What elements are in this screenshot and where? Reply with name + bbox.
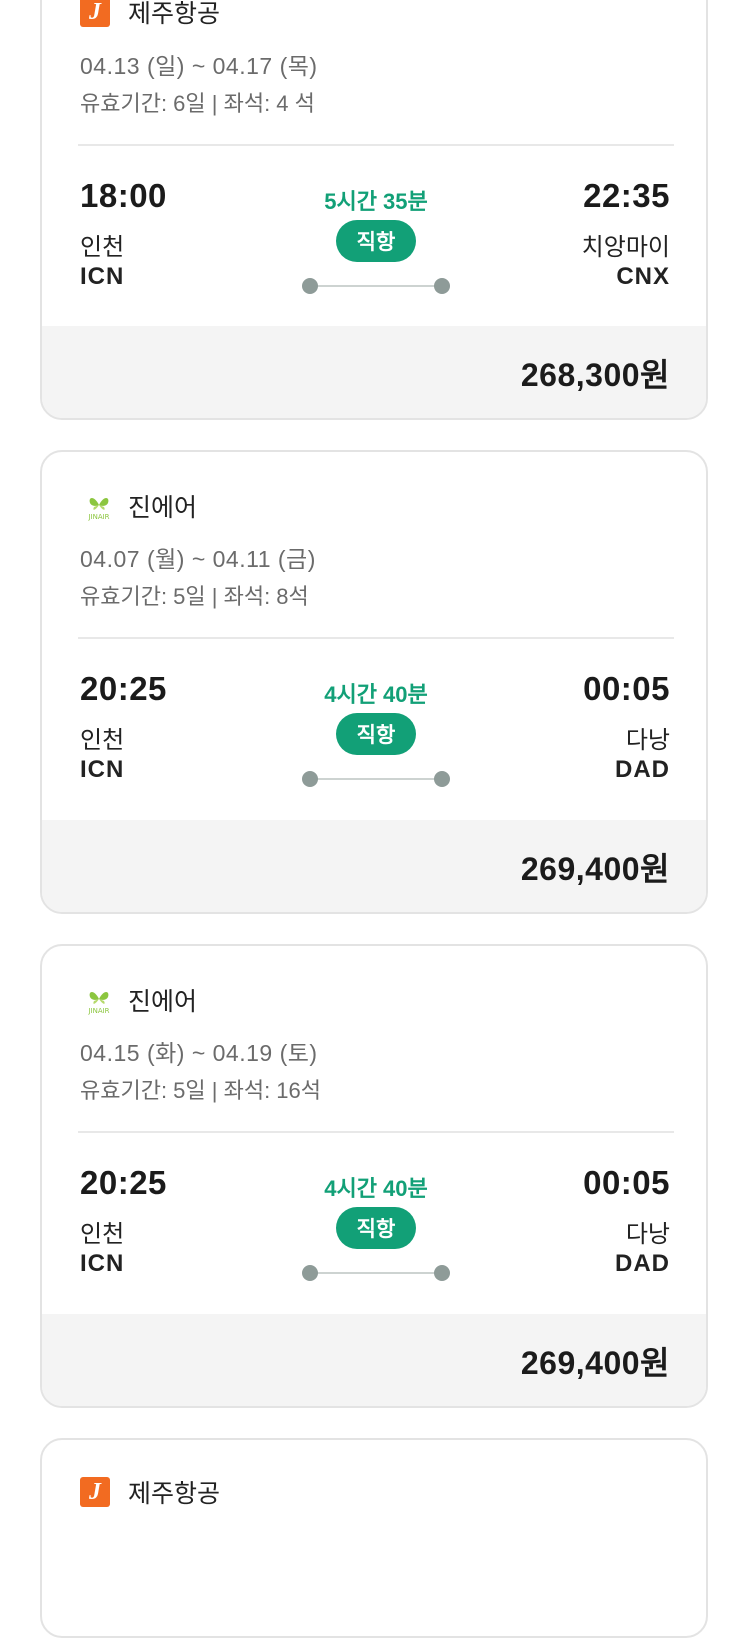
arrival-code: DAD: [615, 1250, 670, 1277]
route-line: [302, 278, 450, 294]
svg-text:JINAIR: JINAIR: [87, 1007, 109, 1015]
divider: [78, 637, 674, 639]
departure-time: 18:00: [80, 177, 167, 214]
origin-dot-icon: [302, 1265, 318, 1281]
departure-city: 인천: [80, 727, 125, 754]
flight-card[interactable]: JINAIR 진에어 04.07 (월) ~ 04.11 (금) 유효기간: 5…: [40, 450, 708, 914]
departure-city: 인천: [80, 1221, 125, 1248]
jeju-air-logo-icon: J: [80, 1477, 118, 1507]
jin-air-logo-icon: JINAIR: [80, 985, 118, 1015]
price-bar: 269,400원: [42, 820, 706, 912]
flight-card[interactable]: JINAIR 진에어 04.15 (화) ~ 04.19 (토) 유효기간: 5…: [40, 944, 708, 1408]
price: 269,400원: [520, 851, 670, 887]
arrival-time: 00:05: [583, 1164, 670, 1201]
price: 269,400원: [520, 1345, 670, 1381]
divider: [78, 1131, 674, 1133]
travel-dates: 04.15 (화) ~ 04.19 (토): [80, 1040, 318, 1066]
destination-dot-icon: [434, 278, 450, 294]
airline-row: JINAIR 진에어: [80, 982, 197, 1018]
departure-code: ICN: [80, 263, 125, 290]
price: 268,300원: [520, 357, 670, 393]
departure-city: 인천: [80, 234, 125, 261]
airline-row: J 제주항공: [80, 1474, 220, 1510]
flight-duration: 4시간 40분: [324, 1176, 428, 1201]
destination-dot-icon: [434, 1265, 450, 1281]
validity-seats: 유효기간: 5일 | 좌석: 16석: [80, 1078, 322, 1103]
price-bar: 268,300원: [42, 326, 706, 418]
svg-text:JINAIR: JINAIR: [87, 513, 109, 521]
route-line: [302, 771, 450, 787]
travel-dates: 04.07 (월) ~ 04.11 (금): [80, 546, 316, 572]
airline-row: JINAIR 진에어: [80, 488, 197, 524]
flight-card[interactable]: J 제주항공: [40, 1438, 708, 1638]
route-line: [302, 1265, 450, 1281]
validity-seats: 유효기간: 6일 | 좌석: 4 석: [80, 91, 315, 116]
jeju-air-logo-icon: J: [80, 0, 118, 27]
arrival-code: CNX: [616, 263, 670, 290]
origin-dot-icon: [302, 278, 318, 294]
arrival-time: 22:35: [583, 177, 670, 214]
airline-name: 제주항공: [128, 1480, 221, 1508]
arrival-code: DAD: [615, 756, 670, 783]
direct-badge: 직항: [336, 1207, 416, 1249]
direct-badge: 직항: [336, 220, 416, 262]
divider: [78, 144, 674, 146]
airline-name: 진에어: [128, 988, 198, 1016]
flight-card[interactable]: J 제주항공 04.13 (일) ~ 04.17 (목) 유효기간: 6일 | …: [40, 0, 708, 420]
departure-time: 20:25: [80, 670, 167, 707]
flight-duration: 5시간 35분: [324, 189, 428, 214]
arrival-city: 다낭: [625, 727, 670, 754]
travel-dates: 04.13 (일) ~ 04.17 (목): [80, 53, 318, 79]
departure-code: ICN: [80, 1250, 125, 1277]
airline-name: 제주항공: [128, 0, 221, 28]
destination-dot-icon: [434, 771, 450, 787]
arrival-city: 다낭: [625, 1221, 670, 1248]
jin-air-logo-icon: JINAIR: [80, 491, 118, 521]
airline-row: J 제주항공: [80, 0, 220, 30]
flight-duration: 4시간 40분: [324, 682, 428, 707]
origin-dot-icon: [302, 771, 318, 787]
airline-name: 진에어: [128, 494, 198, 522]
arrival-city: 치앙마이: [581, 234, 670, 261]
price-bar: 269,400원: [42, 1314, 706, 1406]
arrival-time: 00:05: [583, 670, 670, 707]
departure-code: ICN: [80, 756, 125, 783]
departure-time: 20:25: [80, 1164, 167, 1201]
validity-seats: 유효기간: 5일 | 좌석: 8석: [80, 584, 309, 609]
direct-badge: 직항: [336, 713, 416, 755]
